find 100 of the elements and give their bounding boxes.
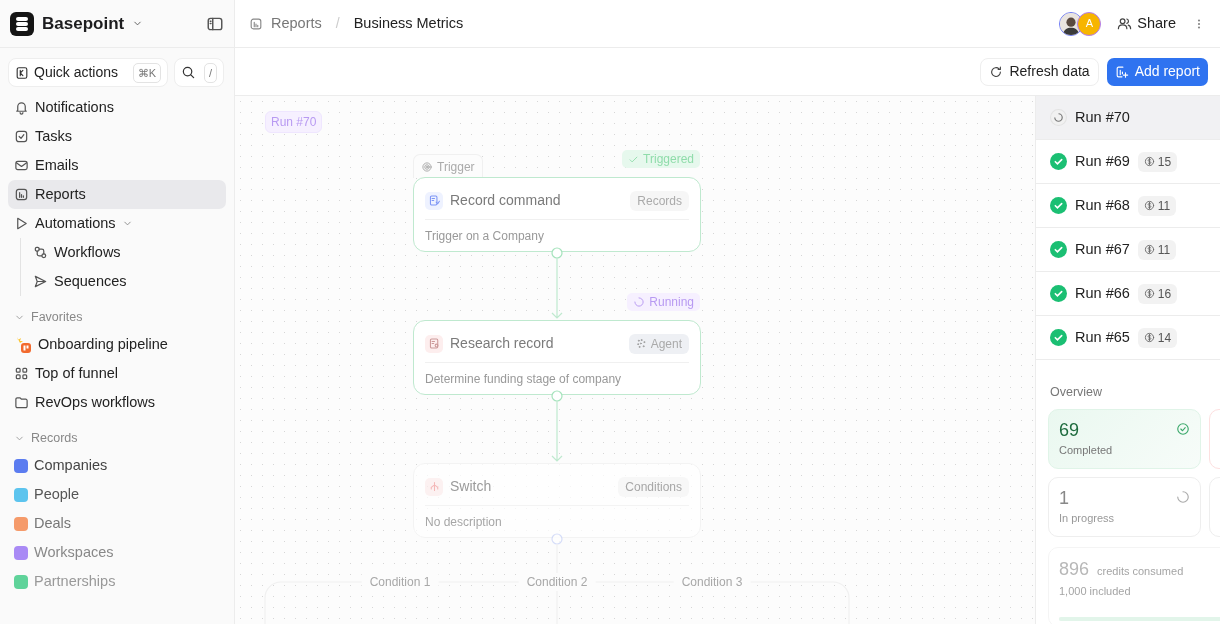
check-circle-icon xyxy=(1176,422,1190,437)
nav-item[interactable]: Sequences xyxy=(27,267,226,296)
record-icon xyxy=(425,191,443,210)
status-badge: Triggered xyxy=(622,150,700,168)
breadcrumb-separator: / xyxy=(335,14,340,33)
workflow-node[interactable]: Record command Records Trigger on a Company xyxy=(413,177,701,252)
workspace-name[interactable]: Basepoint xyxy=(42,10,125,37)
credits-badge: 15 xyxy=(1137,151,1178,172)
grid-icon xyxy=(14,366,29,381)
nav-item[interactable]: Emails xyxy=(8,151,226,180)
share-button[interactable]: Share xyxy=(1109,8,1184,39)
spinner-icon xyxy=(1050,109,1067,126)
target-icon xyxy=(421,160,433,173)
run-item[interactable]: Run #65 14 xyxy=(1036,316,1220,360)
search-button[interactable]: / xyxy=(174,58,224,87)
connector-arrow xyxy=(551,400,563,462)
dollar-icon xyxy=(1143,332,1155,343)
send-icon xyxy=(33,274,48,289)
node-title: Switch xyxy=(450,477,493,496)
record-item[interactable]: People xyxy=(8,480,226,509)
chart-icon xyxy=(14,187,29,202)
shortcut-key: ⌘K xyxy=(132,62,161,83)
node-tag: Conditions xyxy=(618,476,689,497)
stat-label: In progress xyxy=(1059,510,1115,526)
spinner-icon xyxy=(1176,490,1190,505)
connector-port[interactable] xyxy=(551,533,563,545)
favorite-item[interactable]: Onboarding pipeline xyxy=(8,330,226,359)
dollar-icon xyxy=(1143,200,1155,211)
search-icon xyxy=(181,65,196,80)
success-icon xyxy=(1050,197,1067,214)
workflow-icon xyxy=(33,245,48,260)
sparkle-dots-icon xyxy=(635,338,647,349)
favorite-item[interactable]: Top of funnel xyxy=(8,359,226,388)
connector-arrow xyxy=(551,257,563,319)
status-badge: Running xyxy=(627,293,700,311)
success-icon xyxy=(1050,329,1067,346)
credits-badge: 11 xyxy=(1137,239,1177,260)
condition-label: Condition 2 xyxy=(518,573,596,591)
success-icon xyxy=(1050,153,1067,170)
dollar-icon xyxy=(1143,244,1155,255)
workflow-node[interactable]: Research record Agent Determine funding stage of company xyxy=(413,320,701,395)
credits-badge: 11 xyxy=(1137,195,1177,216)
section-title: Overview xyxy=(1049,384,1104,401)
node-title: Research record xyxy=(450,334,555,353)
nav-item[interactable]: Reports xyxy=(8,180,226,209)
credits-badge: 14 xyxy=(1137,327,1178,348)
stat-value: 1 xyxy=(1059,486,1069,510)
success-icon xyxy=(1050,285,1067,302)
shortcut-key: / xyxy=(203,62,217,83)
run-item[interactable]: Run #69 15 xyxy=(1036,140,1220,184)
run-item[interactable]: Run #67 11 xyxy=(1036,228,1220,272)
run-item[interactable]: Run #70 xyxy=(1036,96,1220,140)
add-report-button[interactable]: Add report xyxy=(1106,57,1208,86)
success-icon xyxy=(1050,241,1067,258)
logo-icon xyxy=(10,11,34,36)
mail-icon xyxy=(14,158,29,173)
section-header[interactable]: Records xyxy=(8,425,226,451)
nav-item[interactable]: Tasks xyxy=(8,122,226,151)
node-description: Determine funding stage of company xyxy=(425,371,622,388)
credits-badge: 16 xyxy=(1137,283,1178,304)
nav-item[interactable]: Automations xyxy=(8,209,226,238)
credits-label: credits consumed xyxy=(1097,563,1184,579)
keyboard-icon xyxy=(15,65,29,80)
quick-actions-button[interactable]: Quick actions ⌘K xyxy=(8,58,168,87)
folder-icon xyxy=(14,395,29,410)
node-description: Trigger on a Company xyxy=(425,228,544,245)
record-item[interactable]: Companies xyxy=(8,451,226,480)
dollar-icon xyxy=(1143,156,1155,167)
checkbox-icon xyxy=(14,129,29,144)
node-title: Record command xyxy=(450,191,562,210)
nav-item[interactable]: Notifications xyxy=(8,93,226,122)
run-label: Run #70 xyxy=(265,111,323,133)
refresh-button[interactable]: Refresh data xyxy=(980,57,1099,86)
run-item[interactable]: Run #66 16 xyxy=(1036,272,1220,316)
dollar-icon xyxy=(1143,288,1155,299)
avatar: A xyxy=(1077,11,1102,36)
switch-icon xyxy=(425,477,443,496)
bell-icon xyxy=(14,100,29,115)
breadcrumb-item: Business Metrics xyxy=(353,13,464,33)
play-icon xyxy=(14,216,29,231)
add-report-icon xyxy=(1114,64,1129,79)
nav-item[interactable]: Workflows xyxy=(27,238,226,267)
connector-port[interactable] xyxy=(551,247,563,259)
breadcrumb-item[interactable]: Reports xyxy=(271,12,322,35)
node-tag: Records xyxy=(630,190,689,211)
credits-included: 1,000 included xyxy=(1059,583,1131,599)
section-header[interactable]: Favorites xyxy=(8,304,226,330)
stat-label: Completed xyxy=(1059,442,1113,458)
credits-value: 896 xyxy=(1059,557,1090,581)
spinner-icon xyxy=(633,296,646,308)
record-item[interactable]: Deals xyxy=(8,509,226,538)
favorite-item[interactable]: RevOps workflows xyxy=(8,388,226,417)
people-icon xyxy=(1117,16,1133,31)
refresh-icon xyxy=(989,64,1004,79)
run-item[interactable]: Run #68 11 xyxy=(1036,184,1220,228)
stat-value: 69 xyxy=(1059,418,1080,442)
connector-port[interactable] xyxy=(551,390,563,402)
record-item[interactable]: Workspaces xyxy=(8,538,226,567)
node-tag: Agent xyxy=(628,333,689,354)
node-description: No description xyxy=(425,514,502,531)
